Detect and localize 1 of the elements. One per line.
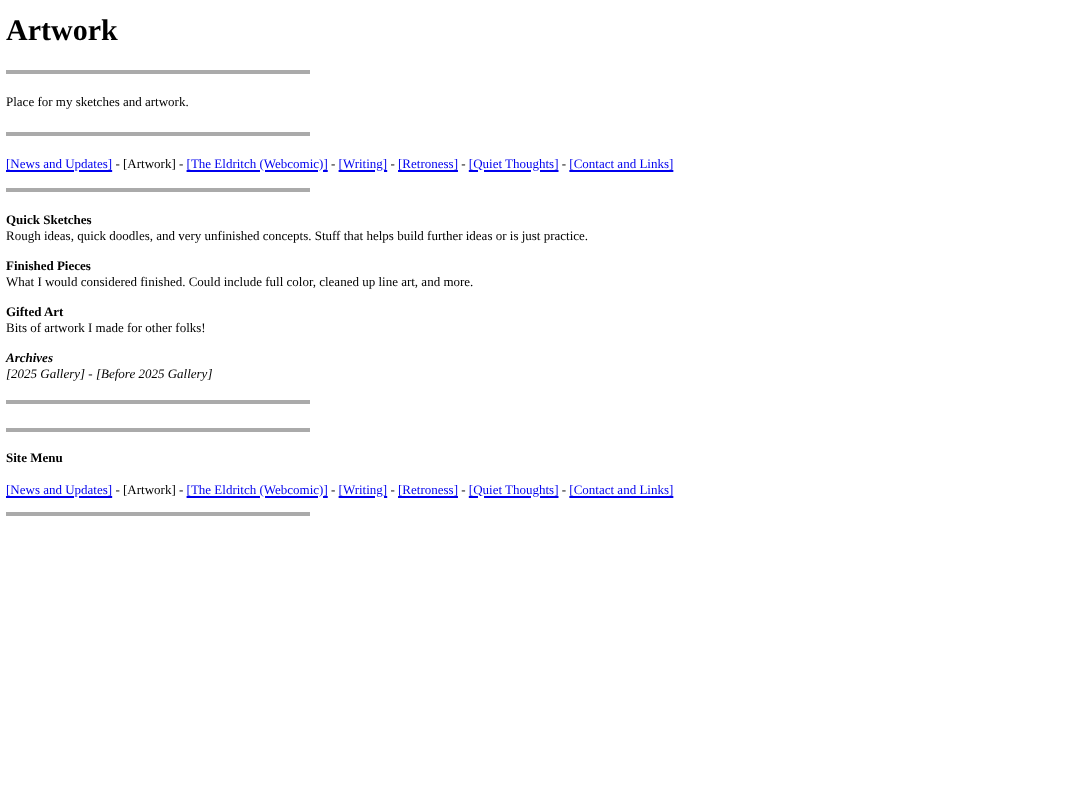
page-title: Artwork — [6, 16, 120, 48]
